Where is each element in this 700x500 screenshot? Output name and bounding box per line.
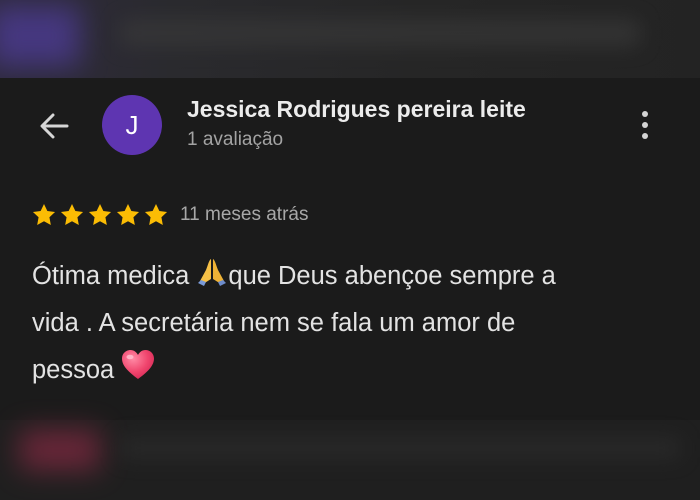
- reviewer-name[interactable]: Jessica Rodrigues pereira leite: [187, 96, 526, 123]
- back-button[interactable]: [34, 108, 74, 144]
- screen: J Jessica Rodrigues pereira leite 1 aval…: [0, 0, 700, 500]
- review-text-line: Ótima medica que Deus abençoe sempre a: [32, 253, 682, 300]
- star-icon: [88, 203, 112, 225]
- more-options-button[interactable]: [630, 105, 660, 145]
- more-vert-icon: [642, 111, 648, 117]
- review-text-line: vida . A secretária nem se fala um amor …: [32, 309, 516, 337]
- heart-emoji: [122, 350, 155, 379]
- reviews-count: 1 avaliação: [187, 129, 284, 150]
- avatar[interactable]: J: [102, 95, 162, 155]
- review-time: 11 meses atrás: [180, 204, 309, 225]
- star-rating: [31, 202, 169, 230]
- avatar-initial: J: [125, 109, 139, 140]
- star-icon: [60, 203, 84, 225]
- star-icon: [116, 203, 140, 225]
- folded-hands-emoji: [198, 259, 227, 286]
- arrow-left-icon: [40, 113, 69, 139]
- review-text-line: pessoa: [32, 347, 682, 394]
- star-icon: [32, 203, 56, 225]
- blurred-background-bottom: [0, 420, 700, 500]
- star-icon: [144, 203, 168, 225]
- blurred-background-top: [0, 0, 700, 78]
- review-text: Ótima medica que Deus abençoe sempre a v…: [32, 253, 682, 394]
